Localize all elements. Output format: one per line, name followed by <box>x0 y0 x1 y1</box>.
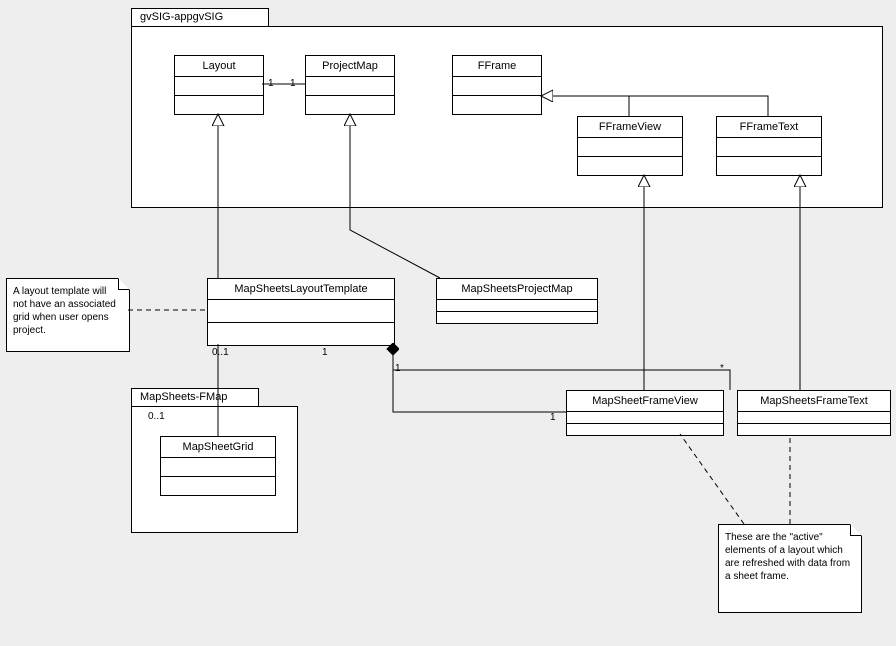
class-mapsheetgrid[interactable]: MapSheetGrid <box>160 436 276 496</box>
class-layout-name: Layout <box>175 56 263 77</box>
class-fframeview-name: FFrameView <box>578 117 682 138</box>
class-msfv-name: MapSheetFrameView <box>567 391 723 412</box>
class-projectmap-name: ProjectMap <box>306 56 394 77</box>
mult-layout-1: 1 <box>268 78 274 89</box>
note-layout-template: A layout template will not have an assoc… <box>6 278 130 352</box>
mult-mslt-01: 0..1 <box>212 347 229 358</box>
class-mapsheetslayouttemplate[interactable]: MapSheetsLayoutTemplate <box>207 278 395 346</box>
class-msft-name: MapSheetsFrameText <box>738 391 890 412</box>
class-msg-name: MapSheetGrid <box>161 437 275 458</box>
note-active-elements: These are the "active" elements of a lay… <box>718 524 862 613</box>
class-fframe[interactable]: FFrame <box>452 55 542 115</box>
mult-star: * <box>720 363 724 374</box>
class-fframe-name: FFrame <box>453 56 541 77</box>
mult-mslt-comp-1: 1 <box>322 347 328 358</box>
class-fframeview[interactable]: FFrameView <box>577 116 683 176</box>
class-mapsheetframeview[interactable]: MapSheetFrameView <box>566 390 724 436</box>
comp-mslt-msfv <box>393 344 566 412</box>
package-inner-label: MapSheets-FMap <box>140 391 227 403</box>
mult-fv-1: 1 <box>395 363 401 374</box>
class-mslt-name: MapSheetsLayoutTemplate <box>208 279 394 300</box>
mult-grid-01: 0..1 <box>148 411 165 422</box>
class-mapsheetsframetext[interactable]: MapSheetsFrameText <box>737 390 891 436</box>
class-projectmap[interactable]: ProjectMap <box>305 55 395 115</box>
class-fframetext[interactable]: FFrameText <box>716 116 822 176</box>
class-mapsheetsprojectmap[interactable]: MapSheetsProjectMap <box>436 278 598 324</box>
note2-text: These are the "active" elements of a lay… <box>725 532 850 582</box>
note1-text: A layout template will not have an assoc… <box>13 286 116 336</box>
mult-msfv-1: 1 <box>550 412 556 423</box>
class-fframetext-name: FFrameText <box>717 117 821 138</box>
package-outer-label: gvSIG-appgvSIG <box>140 11 223 23</box>
class-mspm-name: MapSheetsProjectMap <box>437 279 597 300</box>
comp-mslt-msft <box>393 370 730 390</box>
mult-projectmap-1: 1 <box>290 78 296 89</box>
class-layout[interactable]: Layout <box>174 55 264 115</box>
note2-link-a <box>680 434 744 524</box>
